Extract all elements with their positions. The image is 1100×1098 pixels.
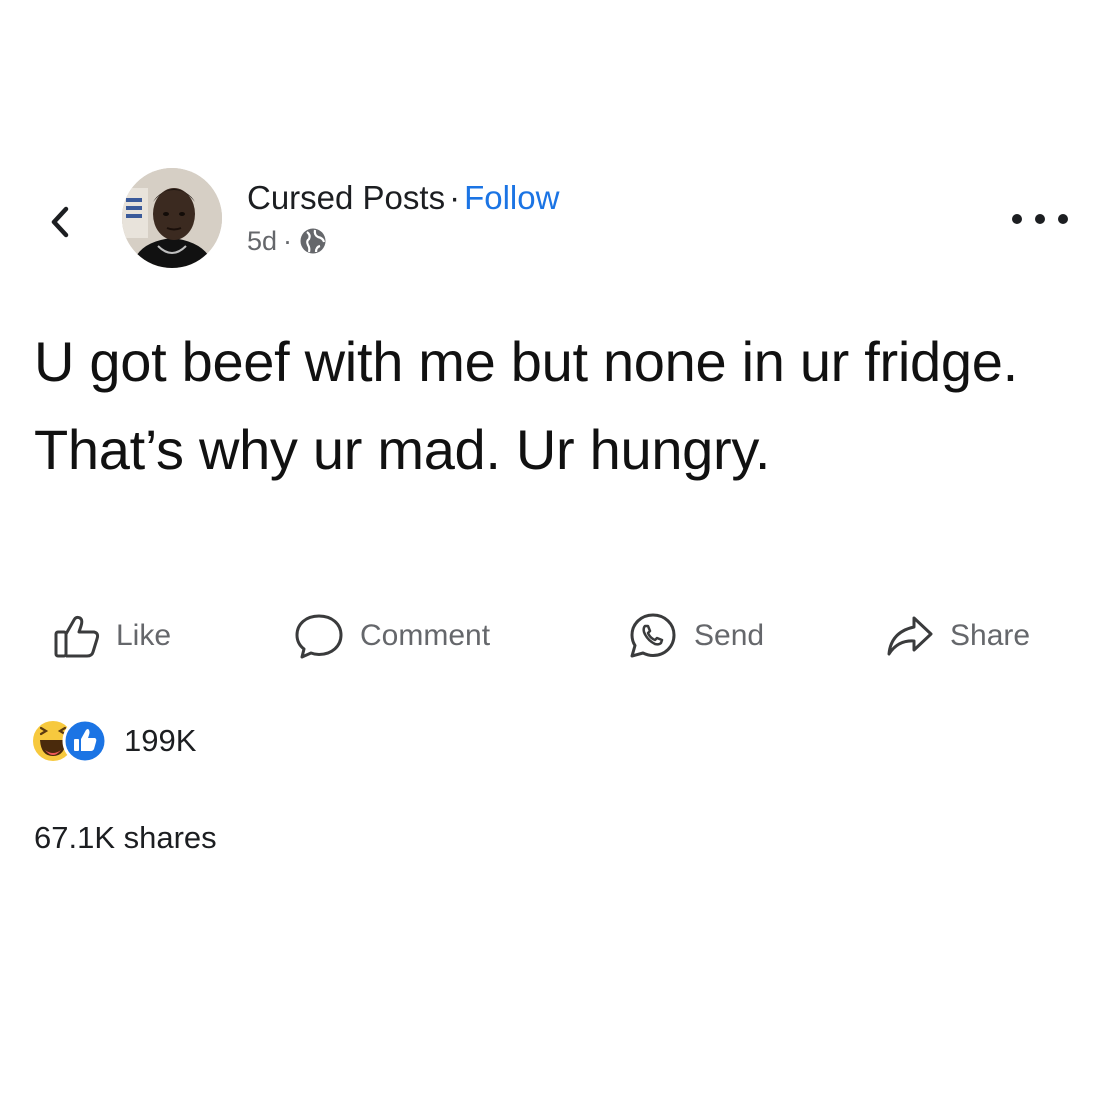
reactions-summary[interactable]: 199K [30,716,196,766]
avatar-photo [122,168,222,268]
globe-icon [298,226,328,256]
thumbs-up-icon [54,615,100,658]
shares-count[interactable]: 67.1K shares [34,820,217,856]
more-dot [1012,214,1022,224]
comment-label: Comment [360,619,491,652]
share-label: Share [950,619,1031,652]
send-label: Send [694,619,765,652]
author-line: Cursed Posts · Follow [247,178,559,218]
reaction-count: 199K [124,723,197,758]
share-button[interactable]: Share [884,610,1030,662]
share-icon [887,616,933,656]
author-separator: · [449,179,461,216]
like-button[interactable]: Like [52,610,171,662]
more-dot [1058,214,1068,224]
send-button[interactable]: Send [626,610,764,662]
more-options-button[interactable] [1012,205,1068,233]
comment-icon [295,614,343,659]
post-text: U got beef with me but none in ur fridge… [34,330,1018,481]
post-time[interactable]: 5d [247,224,277,258]
like-reaction-icon [62,718,108,764]
more-dot [1035,214,1045,224]
whatsapp-icon [630,613,676,658]
comment-button[interactable]: Comment [292,610,490,662]
action-bar: Like Comment Send Share [0,610,1100,662]
reaction-icons [30,718,110,764]
follow-button[interactable]: Follow [464,179,559,216]
author-name[interactable]: Cursed Posts [247,179,445,216]
avatar[interactable] [122,168,222,268]
chevron-left-icon [51,206,69,238]
like-label: Like [116,619,172,652]
meta-separator: · [283,226,293,256]
post-meta: 5d · [247,224,559,258]
back-button[interactable] [40,200,80,244]
post-header: Cursed Posts · Follow 5d · [247,178,559,258]
